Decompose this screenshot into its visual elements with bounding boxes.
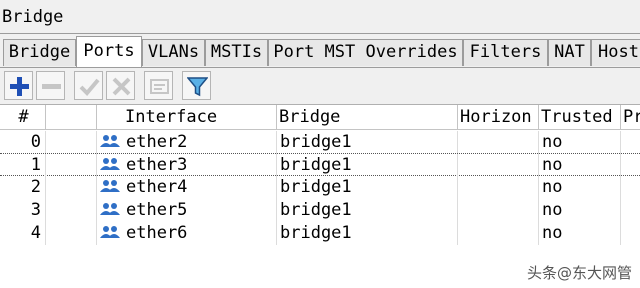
row-interface: ether5 (126, 200, 188, 220)
row-index: 4 (30, 223, 41, 243)
row-interface-cell: ether2 (96, 131, 276, 154)
checkmark-icon (79, 78, 100, 96)
col-header-interface[interactable]: Interface (96, 105, 276, 130)
row-horizon (457, 222, 538, 245)
tab-mstis[interactable]: MSTIs (205, 39, 268, 66)
comment-button[interactable] (144, 71, 173, 100)
interface-icon (100, 134, 120, 147)
row-bridge: bridge1 (276, 222, 457, 245)
enable-button[interactable] (74, 71, 103, 100)
row-index: 3 (30, 200, 41, 220)
row-bridge: bridge1 (276, 154, 457, 177)
interface-icon (100, 225, 120, 238)
row-horizon (457, 154, 538, 177)
row-priority (620, 154, 640, 177)
row-flags (45, 222, 96, 245)
window-title: Bridge (2, 7, 64, 27)
tab-ports[interactable]: Ports (76, 36, 142, 67)
tab-bridge[interactable]: Bridge (3, 39, 76, 66)
row-flags (45, 176, 96, 199)
tab-vlans[interactable]: VLANs (142, 39, 205, 66)
row-interface: ether4 (126, 177, 188, 197)
filter-icon (187, 77, 208, 97)
window-titlebar: Bridge (0, 0, 640, 34)
row-trusted: no (538, 176, 620, 199)
watermark: 头条@东大网管 (526, 264, 632, 282)
col-header-bridge[interactable]: Bridge (276, 105, 457, 130)
row-flags (45, 131, 96, 154)
row-priority (620, 131, 640, 154)
cross-icon (112, 77, 131, 96)
row-priority (620, 222, 640, 245)
add-button[interactable] (4, 71, 33, 100)
tab-bar: Bridge Ports VLANs MSTIs Port MST Overri… (0, 34, 640, 67)
row-interface: ether3 (126, 155, 188, 175)
row-index: 2 (30, 177, 41, 197)
row-bridge: bridge1 (276, 199, 457, 222)
add-icon (10, 77, 29, 96)
row-bridge: bridge1 (276, 131, 457, 154)
row-horizon (457, 131, 538, 154)
table-row[interactable]: 2 ether4 bridge1 no (0, 176, 640, 199)
table-header: # Interface Bridge Horizon Trusted Pr (0, 105, 640, 130)
col-header-priority[interactable]: Pr (620, 105, 640, 130)
row-interface-cell: ether5 (96, 199, 276, 222)
interface-icon (100, 157, 120, 170)
row-trusted: no (538, 199, 620, 222)
col-header-flags[interactable] (45, 105, 96, 130)
tab-nat[interactable]: NAT (548, 39, 591, 66)
col-header-trusted[interactable]: Trusted (538, 105, 620, 130)
table-row[interactable]: 4 ether6 bridge1 no (0, 222, 640, 245)
col-header-horizon[interactable]: Horizon (457, 105, 538, 130)
row-interface: ether6 (126, 223, 188, 243)
row-bridge: bridge1 (276, 176, 457, 199)
row-interface-cell: ether4 (96, 176, 276, 199)
remove-button[interactable] (36, 71, 65, 100)
row-trusted: no (538, 222, 620, 245)
table-row[interactable]: 1 ether3 bridge1 no (0, 153, 640, 177)
row-priority (620, 176, 640, 199)
row-index: 0 (30, 132, 41, 152)
toolbar (0, 67, 640, 103)
table-row[interactable]: 3 ether5 bridge1 no (0, 199, 640, 222)
row-priority (620, 199, 640, 222)
row-trusted: no (538, 131, 620, 154)
interface-icon (100, 202, 120, 215)
row-index: 1 (30, 155, 41, 175)
row-horizon (457, 176, 538, 199)
disable-button[interactable] (106, 71, 135, 100)
ports-table: # Interface Bridge Horizon Trusted Pr 0 … (0, 104, 640, 288)
row-interface-cell: ether6 (96, 222, 276, 245)
row-flags (45, 154, 96, 177)
row-interface: ether2 (126, 132, 188, 152)
row-horizon (457, 199, 538, 222)
row-trusted: no (538, 154, 620, 177)
filter-button[interactable] (182, 71, 211, 100)
tab-port-mst-overrides[interactable]: Port MST Overrides (268, 39, 463, 66)
comment-icon (150, 79, 169, 94)
tab-host[interactable]: Host (591, 39, 640, 66)
interface-icon (100, 179, 120, 192)
remove-icon (42, 84, 61, 89)
col-header-index[interactable]: # (0, 105, 45, 130)
table-row[interactable]: 0 ether2 bridge1 no (0, 131, 640, 154)
row-interface-cell: ether3 (96, 154, 276, 177)
tab-filters[interactable]: Filters (463, 39, 548, 66)
row-flags (45, 199, 96, 222)
